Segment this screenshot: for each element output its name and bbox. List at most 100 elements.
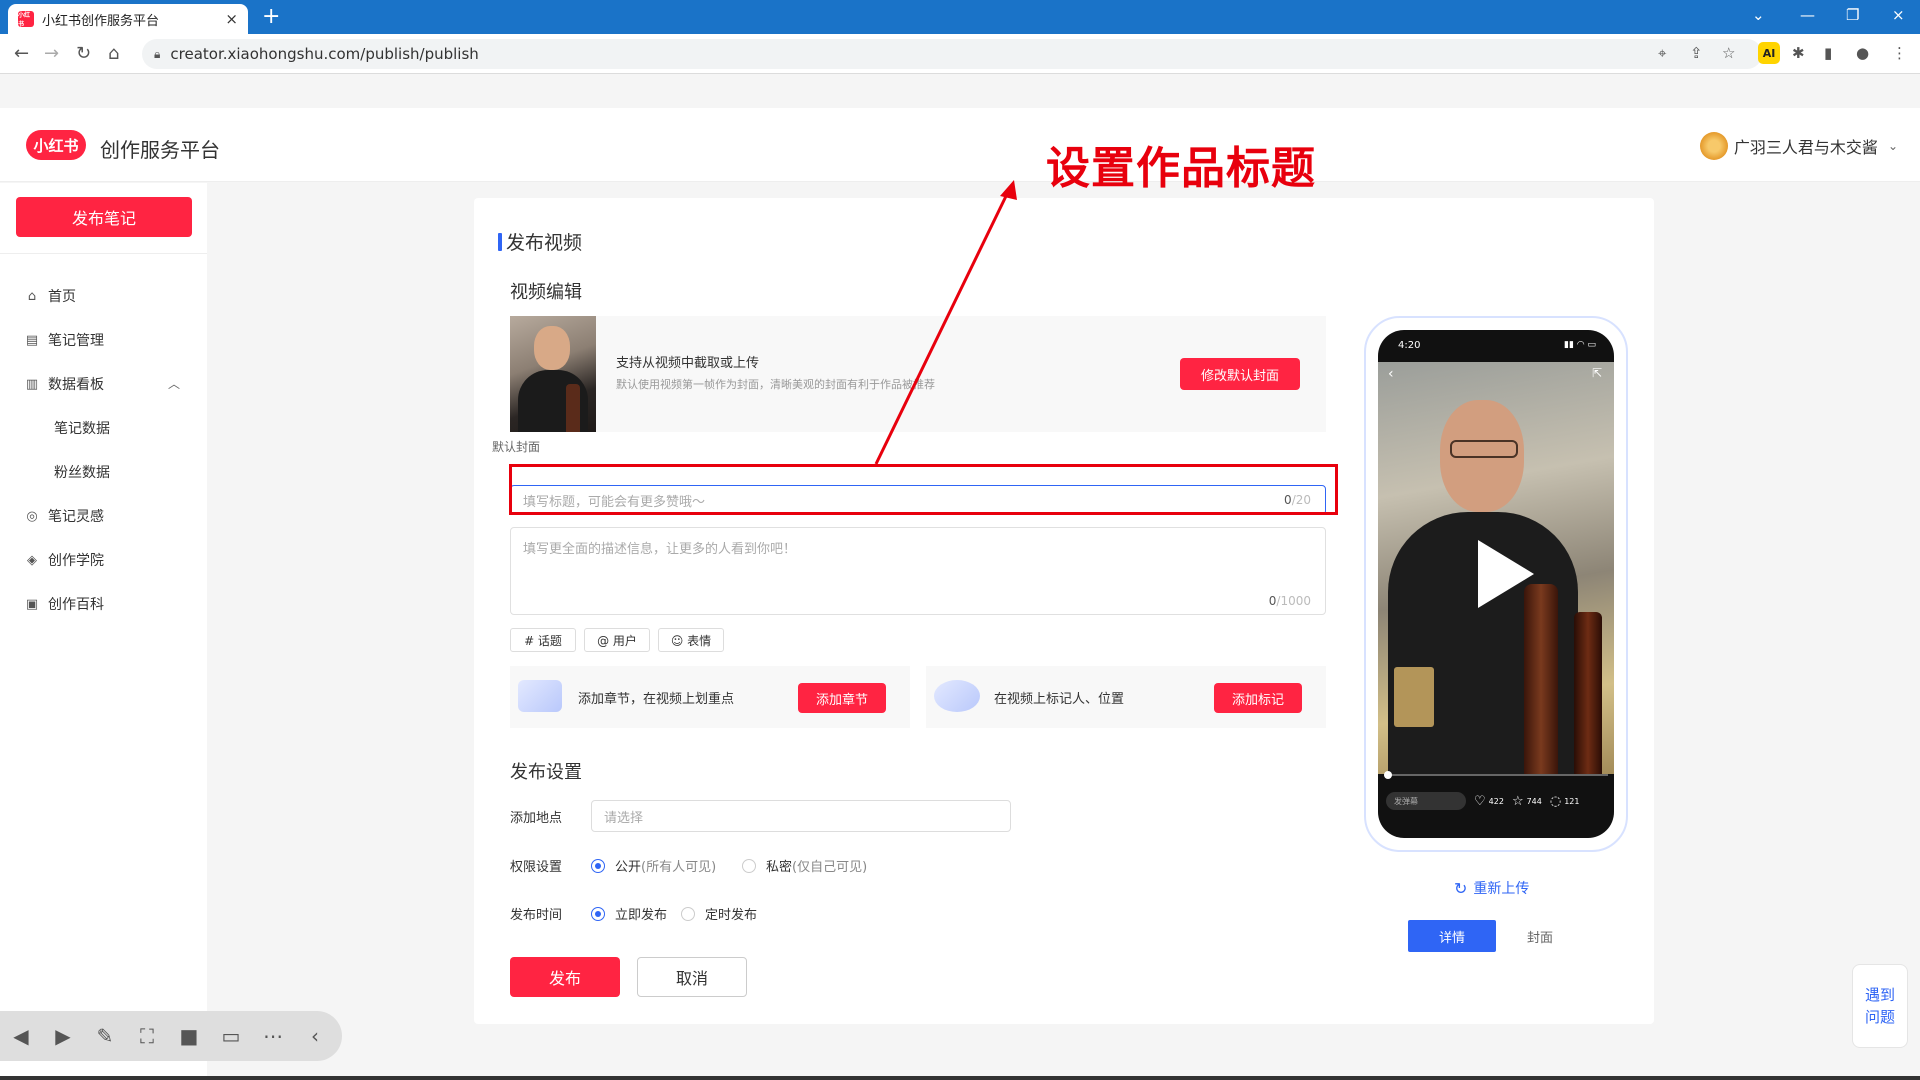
sidebar-subitem-fan-data[interactable]: 粉丝数据 — [54, 462, 110, 482]
location-select[interactable]: 请选择 — [591, 800, 1011, 832]
comment-icon[interactable]: ▭ — [220, 1024, 242, 1048]
user-name: 广羽三人君与木交酱 — [1733, 138, 1878, 157]
permission-label: 权限设置 — [510, 860, 563, 875]
cover-thumbnail[interactable] — [510, 316, 596, 432]
chevron-up-icon[interactable]: ︿ — [168, 375, 180, 392]
prev-icon[interactable]: ◀ — [10, 1024, 32, 1048]
back-icon[interactable]: ← — [14, 43, 29, 64]
play-icon[interactable]: ▶ — [52, 1024, 74, 1048]
public-label: 公开 — [615, 860, 642, 875]
sidebar-item-wiki[interactable]: ▣ 创作百科 — [24, 594, 104, 614]
sidebar-divider — [0, 253, 207, 254]
cancel-button[interactable]: 取消 — [637, 957, 747, 997]
chevron-down-icon[interactable]: ⌄ — [1752, 6, 1765, 24]
chapters-box: 添加章节，在视频上划重点 添加章节 — [510, 666, 910, 728]
chapter-illustration-icon — [518, 680, 562, 712]
xiaohongshu-logo[interactable]: 小红书 — [26, 130, 86, 160]
bookmark-star-icon[interactable]: ☆ — [1722, 44, 1735, 62]
publish-button[interactable]: 发布 — [510, 957, 620, 997]
cover-panel: 支持从视频中截取或上传 默认使用视频第一帧作为封面，清晰美观的封面有利于作品被推… — [510, 316, 1326, 432]
play-button-icon[interactable] — [1478, 540, 1534, 608]
sidebar-item-home[interactable]: ⌂ 首页 — [24, 286, 76, 306]
url-field[interactable]: 🔒︎ creator.xiaohongshu.com/publish/publi… — [142, 39, 1762, 69]
progress-knob[interactable] — [1384, 771, 1392, 779]
marks-text: 在视频上标记人、位置 — [994, 692, 1125, 707]
tab-detail[interactable]: 详情 — [1408, 920, 1496, 952]
sidebar-item-label: 首页 — [48, 289, 76, 305]
comments-stat[interactable]: ◌ 121 — [1550, 794, 1580, 809]
video-preview[interactable]: ‹ ⇱ — [1378, 362, 1614, 774]
home-icon: ⌂ — [27, 288, 37, 304]
player-bottom-bar: 发弹幕 ♡ 422 ☆ 744 ◌ 121 — [1378, 786, 1614, 816]
ai-extension-icon[interactable]: AI — [1758, 42, 1780, 64]
more-icon[interactable]: ⋯ — [262, 1024, 284, 1048]
share-icon[interactable]: ⇪ — [1690, 44, 1703, 62]
back-icon[interactable]: ‹ — [1388, 366, 1394, 382]
radio-dot — [742, 858, 756, 873]
private-radio[interactable]: 私密 (仅自己可见) — [742, 856, 867, 875]
edit-cover-button[interactable]: 修改默认封面 — [1180, 358, 1300, 390]
video-progress-bar[interactable] — [1384, 771, 1608, 779]
restore-icon[interactable]: ❐ — [1846, 6, 1859, 24]
likes-stat[interactable]: ♡ 422 — [1474, 794, 1504, 809]
danmu-input[interactable]: 发弹幕 — [1386, 792, 1466, 810]
floating-toolbar: ◀ ▶ ✎ ⛶ ■ ▭ ⋯ ‹ — [0, 1011, 342, 1061]
refresh-icon: ↻ — [1454, 878, 1468, 898]
public-radio[interactable]: 公开 (所有人可见) — [591, 856, 716, 875]
pen-icon[interactable]: ✎ — [94, 1024, 116, 1048]
close-tab-icon[interactable]: × — [225, 10, 238, 28]
emoji-button[interactable]: ☺ 表情 — [658, 628, 724, 652]
side-panel-icon[interactable]: ▮ — [1824, 44, 1832, 62]
video-edit-title: 视频编辑 — [510, 282, 582, 303]
sidebar-item-dashboard[interactable]: ▥ 数据看板 — [24, 374, 104, 394]
page-title-text: 发布视频 — [506, 232, 583, 254]
scheduled-radio[interactable]: 定时发布 — [681, 904, 757, 923]
tab-cover[interactable]: 封面 — [1508, 920, 1572, 952]
help-line-1: 遇到 — [1864, 986, 1895, 1004]
add-chapter-button[interactable]: 添加章节 — [798, 683, 886, 713]
menu-kebab-icon[interactable]: ⋮ — [1892, 44, 1907, 62]
share-icon[interactable]: ⇱ — [1592, 366, 1602, 380]
extensions-puzzle-icon[interactable]: ✱ — [1792, 44, 1805, 62]
topic-button[interactable]: # 话题 — [510, 628, 576, 652]
reload-icon[interactable]: ↻ — [76, 43, 91, 64]
inspiration-icon: ◎ — [26, 508, 38, 524]
video-bottle — [1574, 612, 1602, 774]
camera-icon[interactable]: ■ — [178, 1024, 200, 1048]
browser-tab[interactable]: 小红书 小红书创作服务平台 × — [8, 4, 248, 34]
close-window-icon[interactable]: × — [1892, 6, 1905, 24]
chapters-text: 添加章节，在视频上划重点 — [578, 692, 735, 707]
help-button[interactable]: 遇到 问题 — [1852, 964, 1908, 1048]
browser-tab-bar: 小红书 小红书创作服务平台 × + ⌄ — ❐ × — [0, 0, 1920, 34]
collapse-icon[interactable]: ‹ — [304, 1024, 326, 1048]
add-mark-button[interactable]: 添加标记 — [1214, 683, 1302, 713]
user-menu[interactable]: 广羽三人君与木交酱 ⌄ — [1699, 132, 1898, 160]
private-label: 私密 — [766, 860, 793, 875]
status-icons: ▮▮ ◠ ▭ — [1564, 340, 1596, 350]
sidebar: 发布笔记 ⌂ 首页 ▤ 笔记管理 ▥ 数据看板 ︿ 笔记数据 粉丝数据 ◎ 笔记… — [0, 183, 207, 1080]
cover-main-text: 支持从视频中截取或上传 — [616, 356, 760, 371]
home-browser-icon[interactable]: ⌂ — [108, 43, 119, 64]
location-placeholder: 请选择 — [604, 810, 644, 826]
new-tab-icon[interactable]: + — [262, 6, 280, 28]
screenshot-icon[interactable]: ⛶ — [136, 1024, 158, 1048]
cover-caption: 默认封面 — [492, 440, 541, 454]
wiki-icon: ▣ — [25, 596, 39, 612]
sidebar-subitem-note-data[interactable]: 笔记数据 — [54, 418, 110, 438]
sidebar-item-inspiration[interactable]: ◎ 笔记灵感 — [24, 506, 104, 526]
minimize-icon[interactable]: — — [1800, 6, 1815, 24]
sidebar-item-academy[interactable]: ◈ 创作学院 — [24, 550, 104, 570]
publish-now-radio[interactable]: 立即发布 — [591, 904, 667, 923]
reupload-link[interactable]: ↻ 重新上传 — [1454, 878, 1529, 898]
annotation-highlight-box — [509, 464, 1338, 515]
description-input[interactable]: 填写更全面的描述信息，让更多的人看到你吧！ 0/1000 — [510, 527, 1326, 615]
annotation-text: 设置作品标题 — [1046, 143, 1316, 194]
profile-icon[interactable]: ● — [1856, 44, 1869, 62]
forward-icon[interactable]: → — [44, 43, 59, 64]
stars-stat[interactable]: ☆ 744 — [1512, 794, 1542, 809]
phone-screen: 4:20 ▮▮ ◠ ▭ ‹ ⇱ 发弹幕 ♡ 422 ☆ 744 ◌ 121 — [1378, 330, 1614, 838]
location-icon[interactable]: ⌖ — [1658, 44, 1666, 62]
publish-note-button[interactable]: 发布笔记 — [16, 197, 192, 237]
sidebar-item-notes[interactable]: ▤ 笔记管理 — [24, 330, 104, 350]
mention-user-button[interactable]: @ 用户 — [584, 628, 650, 652]
